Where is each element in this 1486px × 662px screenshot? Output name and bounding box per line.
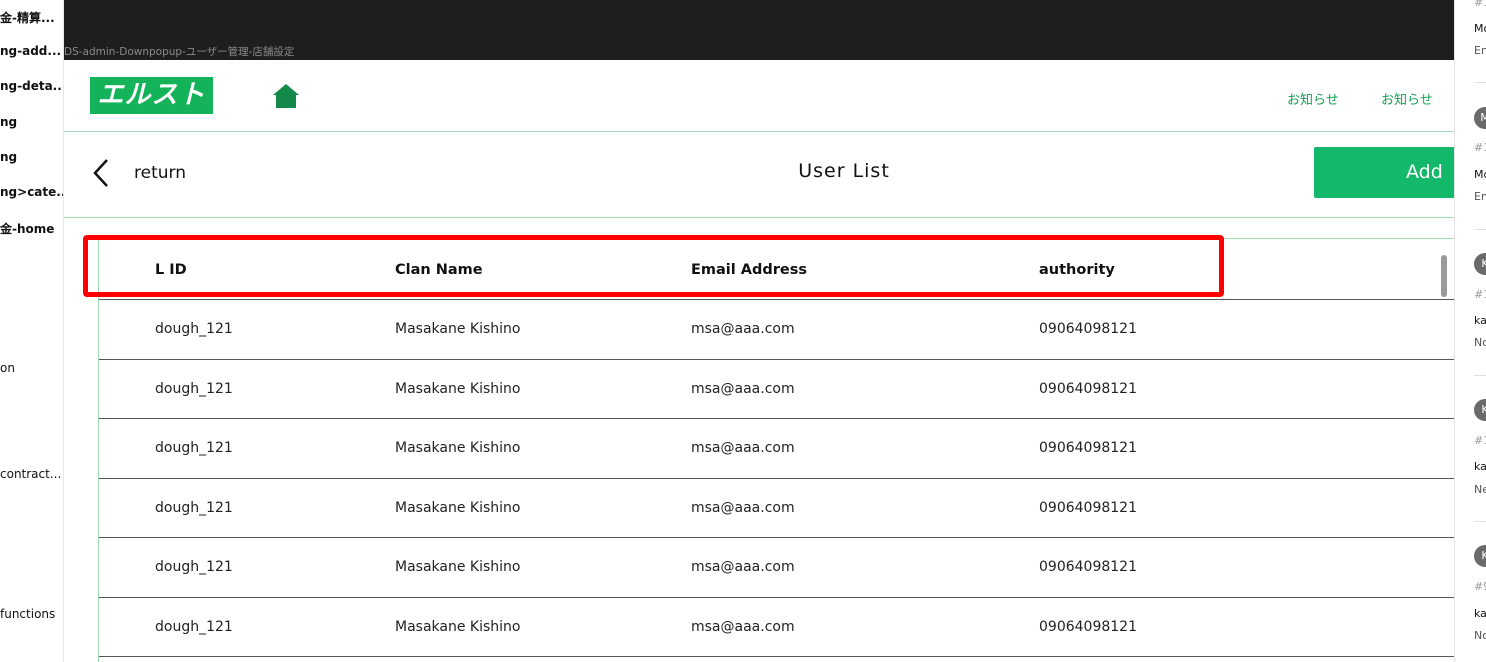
layer-item[interactable]: 金-精算... (0, 9, 55, 26)
cell-clan-name: Masakane Kishino (395, 380, 521, 397)
table-scrollbar[interactable] (1441, 255, 1447, 297)
layer-item[interactable]: ng-deta... (0, 79, 63, 93)
layers-panel: 金-精算... ng-add... ng-deta... ng ng ng>ca… (0, 0, 64, 662)
add-user-button[interactable]: Add (1314, 147, 1454, 198)
comment-divider (1474, 521, 1486, 522)
table-row[interactable]: dough_121 Masakane Kishino msa@aaa.com 0… (99, 300, 1454, 360)
layer-item[interactable]: ng (0, 150, 17, 164)
subheader-divider (64, 217, 1454, 218)
table-row[interactable]: dough_121 Masakane Kishino msa@aaa.com 0… (99, 360, 1454, 419)
comment-meta: Ne (1474, 483, 1486, 496)
comment-divider (1474, 375, 1486, 376)
cell-authority: 09064098121 (1039, 618, 1137, 635)
cell-clan-name: Masakane Kishino (395, 499, 521, 516)
cell-authority: 09064098121 (1039, 440, 1137, 456)
cell-lid: dough_121 (155, 618, 233, 635)
layer-item[interactable]: 金-home (0, 220, 54, 237)
layer-item[interactable]: contract... (0, 467, 61, 481)
comment-meta: En (1474, 190, 1486, 203)
table-row[interactable]: dough_121 Masakane Kishino msa@aaa.com 0… (99, 598, 1454, 657)
notice-link[interactable]: お知らせ (1287, 89, 1339, 108)
comment-author[interactable]: Mo (1474, 168, 1486, 181)
comment-author[interactable]: Mo (1474, 22, 1486, 35)
cell-clan-name: Masakane Kishino (395, 440, 521, 456)
cell-email: msa@aaa.com (691, 380, 795, 397)
comment-number: #1 (1474, 288, 1486, 301)
comment-number: #9 (1474, 580, 1486, 593)
comments-panel: #1 Mo En M #1 Mo En K #1 ka No K #1 ka N… (1454, 0, 1486, 662)
cell-lid: dough_121 (155, 380, 233, 397)
cell-lid: dough_121 (155, 321, 233, 337)
avatar: K (1474, 545, 1486, 567)
cell-email: msa@aaa.com (691, 321, 795, 337)
comment-divider (1474, 229, 1486, 230)
cell-clan-name: Masakane Kishino (395, 618, 521, 635)
comment-number: #1 (1474, 0, 1486, 9)
cell-lid: dough_121 (155, 499, 233, 516)
notice-link[interactable]: お知らせ (1381, 89, 1433, 108)
layer-item[interactable]: ng-add... (0, 44, 61, 58)
user-table: L ID Clan Name Email Address authority d… (98, 238, 1454, 662)
chevron-left-icon[interactable] (92, 157, 110, 189)
comment-divider (1474, 82, 1486, 83)
table-row[interactable]: dough_121 Masakane Kishino msa@aaa.com 0… (99, 419, 1454, 479)
cell-authority: 09064098121 (1039, 559, 1137, 575)
avatar: K (1474, 253, 1486, 275)
header-highlight-annotation (83, 235, 1224, 297)
comment-author[interactable]: ka (1474, 607, 1486, 620)
design-canvas[interactable]: DS-admin-Downpopup-ユーザー管理-店舗設定 エルストア お知ら… (64, 0, 1454, 662)
avatar: K (1474, 399, 1486, 421)
return-link[interactable]: return (134, 163, 186, 183)
cell-lid: dough_121 (155, 440, 233, 456)
comment-number: #1 (1474, 141, 1486, 154)
frame-label[interactable]: DS-admin-Downpopup-ユーザー管理-店舗設定 (64, 44, 294, 59)
layer-item[interactable]: functions (0, 607, 55, 621)
cell-authority: 09064098121 (1039, 499, 1137, 516)
cell-email: msa@aaa.com (691, 559, 795, 575)
cell-clan-name: Masakane Kishino (395, 559, 521, 575)
comment-number: #1 (1474, 434, 1486, 447)
cell-email: msa@aaa.com (691, 499, 795, 516)
header-divider (64, 131, 1454, 132)
comment-meta: En (1474, 44, 1486, 57)
layer-item[interactable]: ng>cate... (0, 185, 63, 199)
user-list-frame[interactable]: エルストア お知らせ お知らせ return User List Add L I… (64, 60, 1454, 662)
avatar: M (1474, 107, 1486, 129)
comment-meta: No (1474, 629, 1486, 642)
cell-authority: 09064098121 (1039, 321, 1137, 337)
figma-editor: 金-精算... ng-add... ng-deta... ng ng ng>ca… (0, 0, 1486, 662)
layer-item[interactable]: ng (0, 115, 17, 129)
cell-lid: dough_121 (155, 559, 233, 575)
table-row[interactable]: dough_121 Masakane Kishino msa@aaa.com 0… (99, 538, 1454, 598)
brand-logo[interactable]: エルストア (90, 77, 213, 147)
comment-meta: No (1474, 336, 1486, 349)
cell-clan-name: Masakane Kishino (395, 321, 521, 337)
comment-author[interactable]: ka (1474, 314, 1486, 327)
table-row[interactable]: dough_121 Masakane Kishino msa@aaa.com 0… (99, 479, 1454, 538)
page-title: User List (798, 160, 890, 182)
layer-item[interactable]: on (0, 361, 15, 375)
cell-email: msa@aaa.com (691, 440, 795, 456)
home-icon[interactable] (272, 83, 300, 109)
cell-email: msa@aaa.com (691, 618, 795, 635)
cell-authority: 09064098121 (1039, 380, 1137, 397)
comment-author[interactable]: ka (1474, 460, 1486, 473)
